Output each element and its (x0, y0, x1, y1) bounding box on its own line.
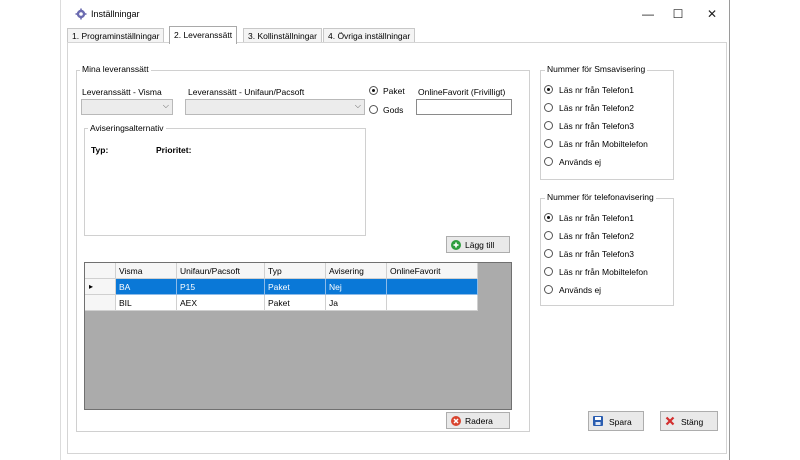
phone-option-radio[interactable] (544, 285, 553, 294)
phone-option-radio[interactable] (544, 267, 553, 276)
delivery-methods-group-title: Mina leveranssätt (80, 64, 151, 74)
chevron-down-icon: ⌵ (162, 101, 169, 110)
phone-option-radio[interactable] (544, 249, 553, 258)
delivery-grid[interactable]: Visma Unifaun/Pacsoft Typ Avisering Onli… (84, 262, 512, 410)
table-cell[interactable] (387, 295, 478, 311)
delete-button-label: Radera (465, 416, 493, 426)
sms-option-radio[interactable] (544, 103, 553, 112)
close-button-label: Stäng (681, 417, 704, 427)
sms-notification-title: Nummer för Smsavisering (545, 64, 648, 74)
grid-corner (85, 263, 116, 279)
sms-option-label: Läs nr från Telefon1 (559, 85, 634, 95)
save-button[interactable]: Spara (588, 411, 644, 431)
tab-program-settings[interactable]: 1. Programinställningar (67, 28, 165, 43)
table-cell[interactable]: BA (116, 279, 177, 295)
plus-circle-icon (451, 240, 461, 250)
row-header-current[interactable]: ▸ (85, 279, 116, 295)
table-cell[interactable]: Nej (326, 279, 387, 295)
radio-paket-label: Paket (383, 86, 405, 96)
phone-option-radio[interactable] (544, 231, 553, 240)
delete-button[interactable]: Radera (446, 412, 510, 429)
notification-options-group (84, 128, 366, 236)
radio-gods[interactable] (369, 105, 378, 114)
table-cell[interactable]: P15 (177, 279, 265, 295)
table-cell[interactable]: Paket (265, 279, 326, 295)
gear-icon (75, 8, 87, 20)
priority-label: Prioritet: (156, 145, 192, 155)
phone-option-label: Läs nr från Telefon2 (559, 231, 634, 241)
column-header-unifaun[interactable]: Unifaun/Pacsoft (177, 263, 265, 279)
column-header-typ[interactable]: Typ (265, 263, 326, 279)
notification-options-title: Aviseringsalternativ (88, 123, 166, 133)
minimize-button[interactable]: — (633, 4, 663, 24)
online-favorite-input[interactable] (416, 99, 512, 115)
phone-option-label: Läs nr från Telefon3 (559, 249, 634, 259)
visma-dropdown[interactable]: ⌵ (81, 99, 173, 115)
table-cell[interactable]: AEX (177, 295, 265, 311)
radio-paket[interactable] (369, 86, 378, 95)
chevron-down-icon: ⌵ (354, 101, 361, 110)
add-button-label: Lägg till (465, 240, 495, 250)
column-header-visma[interactable]: Visma (116, 263, 177, 279)
online-favorite-label: OnlineFavorit (Frivilligt) (418, 87, 506, 97)
table-cell[interactable]: BIL (116, 295, 177, 311)
sms-option-label: Används ej (559, 157, 602, 167)
unifaun-dropdown[interactable]: ⌵ (185, 99, 365, 115)
title-bar[interactable]: Inställningar — ☐ ✕ (61, 0, 729, 28)
x-circle-icon (451, 416, 461, 426)
window-title: Inställningar (91, 9, 140, 19)
tab-other-settings[interactable]: 4. Övriga inställningar (323, 28, 416, 43)
table-cell[interactable] (387, 279, 478, 295)
column-header-onlinefavorit[interactable]: OnlineFavorit (387, 263, 478, 279)
save-button-label: Spara (609, 417, 632, 427)
add-button[interactable]: Lägg till (446, 236, 510, 253)
sms-option-radio[interactable] (544, 157, 553, 166)
phone-option-label: Läs nr från Mobiltelefon (559, 267, 648, 277)
visma-label: Leveranssätt - Visma (82, 87, 162, 97)
sms-option-radio[interactable] (544, 85, 553, 94)
x-mark-icon (665, 416, 675, 426)
tab-package-settings[interactable]: 3. Kollinställningar (243, 28, 322, 43)
type-label: Typ: (91, 145, 109, 155)
radio-gods-label: Gods (383, 105, 404, 115)
maximize-button[interactable]: ☐ (663, 4, 693, 24)
sms-option-radio[interactable] (544, 139, 553, 148)
phone-option-radio[interactable] (544, 213, 553, 222)
row-header[interactable] (85, 295, 116, 311)
tab-delivery-methods[interactable]: 2. Leveranssätt (169, 26, 238, 44)
floppy-disk-icon (593, 416, 603, 426)
phone-notification-title: Nummer för telefonavisering (545, 192, 656, 202)
table-cell[interactable]: Ja (326, 295, 387, 311)
sms-option-label: Läs nr från Telefon2 (559, 103, 634, 113)
close-window-button[interactable]: ✕ (697, 4, 727, 24)
phone-option-label: Används ej (559, 285, 602, 295)
unifaun-label: Leveranssätt - Unifaun/Pacsoft (188, 87, 305, 97)
column-header-avisering[interactable]: Avisering (326, 263, 387, 279)
close-button[interactable]: Stäng (660, 411, 718, 431)
phone-option-label: Läs nr från Telefon1 (559, 213, 634, 223)
table-cell[interactable]: Paket (265, 295, 326, 311)
sms-option-label: Läs nr från Telefon3 (559, 121, 634, 131)
sms-option-label: Läs nr från Mobiltelefon (559, 139, 648, 149)
sms-option-radio[interactable] (544, 121, 553, 130)
